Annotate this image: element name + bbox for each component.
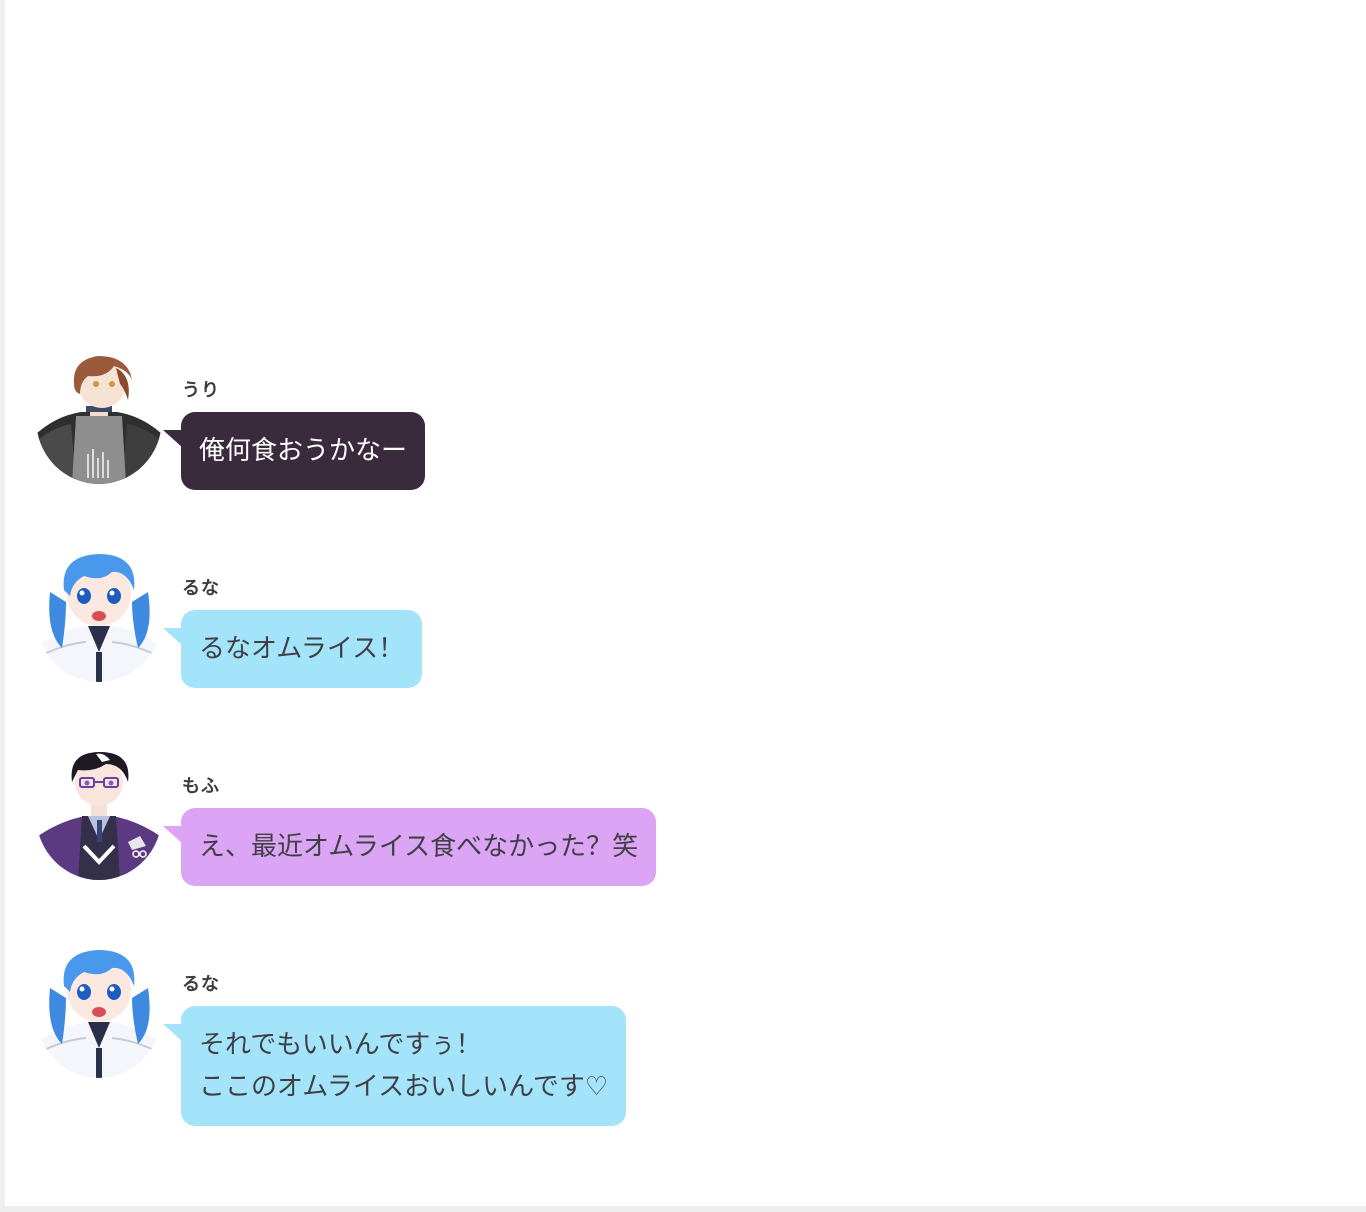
chat-page: うり 俺何食おうかなー るな るなオムライス！ もふ え、最近オムライス食べなか… (0, 0, 1366, 1212)
message-bubble: それでもいいんですぅ！ ここのオムライスおいしいんです♡ (162, 1006, 627, 1126)
message-text: るなオムライス！ (199, 634, 405, 664)
speaker-name: るな (182, 974, 220, 995)
chat-message: るな るなオムライス！ (36, 552, 736, 742)
message-text: ここのオムライスおいしいんです♡ (199, 1072, 609, 1102)
message-text: え、最近オムライス食べなかった？笑 (199, 832, 639, 862)
uri-avatar-icon[interactable] (36, 354, 162, 484)
runa-avatar-icon[interactable] (36, 948, 162, 1078)
bottom-border (0, 1206, 1366, 1212)
runa-avatar-icon[interactable] (36, 552, 162, 682)
left-border (0, 0, 5, 1212)
speaker-name: もふ (182, 776, 220, 797)
mofu-avatar-icon[interactable] (36, 750, 162, 880)
chat-message: もふ え、最近オムライス食べなかった？笑 (36, 750, 736, 940)
message-text: それでもいいんですぅ！ (199, 1030, 482, 1060)
message-text: 俺何食おうかなー (199, 436, 408, 466)
speaker-name: るな (182, 578, 220, 599)
message-bubble: るなオムライス！ (162, 610, 423, 688)
message-bubble: え、最近オムライス食べなかった？笑 (162, 808, 657, 886)
chat-message: うり 俺何食おうかなー (36, 354, 736, 544)
chat-message: るな それでもいいんですぅ！ ここのオムライスおいしいんです♡ (36, 948, 736, 1148)
message-bubble: 俺何食おうかなー (162, 412, 426, 490)
speaker-name: うり (182, 380, 220, 401)
